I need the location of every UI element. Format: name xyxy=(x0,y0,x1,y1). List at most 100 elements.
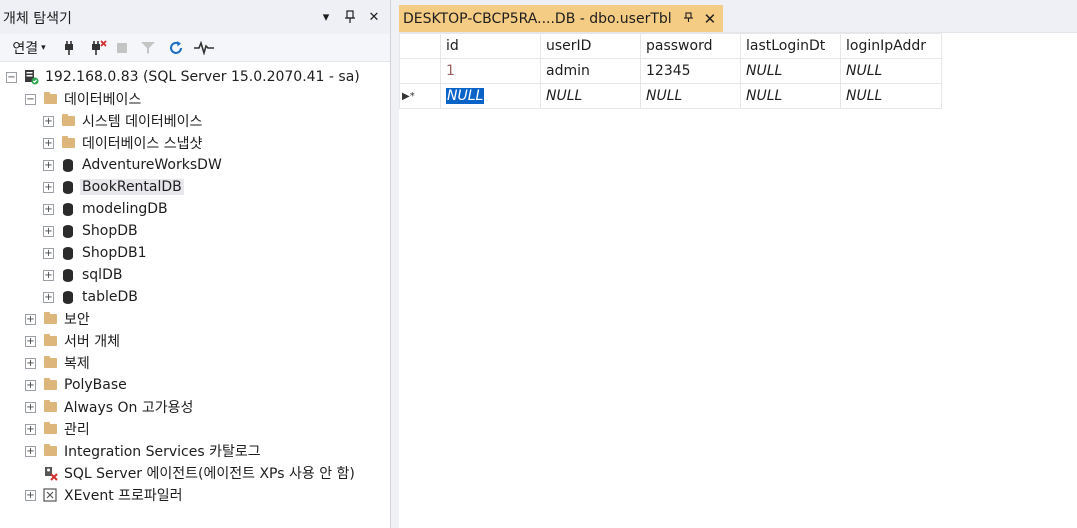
collapse-icon[interactable]: − xyxy=(6,71,17,83)
grid-cell[interactable]: 12345 xyxy=(640,58,741,84)
tree-node-modelingdb[interactable]: + modelingDB xyxy=(43,198,170,220)
new-row-indicator[interactable]: ▶* xyxy=(399,83,441,109)
grid-cell[interactable]: NULL xyxy=(840,83,942,109)
refresh-icon[interactable] xyxy=(166,37,186,59)
expand-icon[interactable]: + xyxy=(43,203,54,215)
tab-title: DESKTOP-CBCP5RA....DB - dbo.userTbl xyxy=(403,10,672,27)
grid-cell[interactable]: NULL xyxy=(840,58,942,84)
column-header-loginipaddr[interactable]: loginIpAddr xyxy=(840,33,942,59)
sql-agent-disabled-icon xyxy=(42,465,58,481)
close-icon[interactable]: ✕ xyxy=(364,7,384,27)
pin-icon[interactable] xyxy=(682,11,694,27)
expand-icon[interactable]: + xyxy=(25,423,36,435)
grid-cell[interactable]: NULL xyxy=(740,58,841,84)
close-tab-icon[interactable]: ✕ xyxy=(704,10,717,28)
expand-icon[interactable]: + xyxy=(43,247,54,259)
tree-node-bookrentaldb[interactable]: + BookRentalDB xyxy=(43,176,184,198)
expand-icon[interactable]: + xyxy=(25,489,36,501)
node-label: modelingDB xyxy=(82,201,168,217)
expand-icon[interactable]: + xyxy=(25,335,36,347)
grid-cell[interactable]: NULL xyxy=(640,83,741,109)
connect-button[interactable]: 연결 ▾ xyxy=(6,37,52,59)
panel-splitter[interactable] xyxy=(390,0,399,528)
expand-icon[interactable]: + xyxy=(43,115,54,127)
expand-icon[interactable]: + xyxy=(25,445,36,457)
object-explorer-panel: 개체 탐색기 ▾ ✕ 연결 ▾ − 192.168.0.83 (SQL Serv… xyxy=(0,0,390,528)
expand-icon[interactable]: + xyxy=(25,357,36,369)
grid-cell-selected[interactable]: NULL xyxy=(440,83,541,109)
object-explorer-title: 개체 탐색기 xyxy=(3,11,72,27)
tree-node-sql-agent[interactable]: SQL Server 에이전트(에이전트 XPs 사용 안 함) xyxy=(42,462,357,484)
object-explorer-tree: − 192.168.0.83 (SQL Server 15.0.2070.41 … xyxy=(0,66,390,528)
tree-node-security[interactable]: + 보안 xyxy=(25,308,92,330)
row-header[interactable] xyxy=(399,58,441,84)
connect-plug-icon[interactable] xyxy=(60,37,78,59)
tree-node-adventureworksdw[interactable]: + AdventureWorksDW xyxy=(43,154,224,176)
window-position-dropdown-icon[interactable]: ▾ xyxy=(316,7,336,27)
node-label: Integration Services 카탈로그 xyxy=(64,444,261,460)
table-row: 1 admin 12345 NULL NULL xyxy=(399,58,942,84)
editor-area: DESKTOP-CBCP5RA....DB - dbo.userTbl ✕ id… xyxy=(399,0,1077,528)
expand-icon[interactable]: + xyxy=(43,269,54,281)
tab-usertbl[interactable]: DESKTOP-CBCP5RA....DB - dbo.userTbl ✕ xyxy=(399,5,723,32)
folder-icon xyxy=(42,311,58,327)
node-label: 관리 xyxy=(64,422,90,438)
tree-node-management[interactable]: + 관리 xyxy=(25,418,92,440)
tree-node-integration-services[interactable]: + Integration Services 카탈로그 xyxy=(25,440,263,462)
node-label: 서버 개체 xyxy=(64,334,120,350)
database-icon xyxy=(60,245,76,261)
grid-cell[interactable]: NULL xyxy=(740,83,841,109)
expand-icon[interactable]: + xyxy=(25,379,36,391)
node-label: tableDB xyxy=(82,289,138,305)
node-label: ShopDB1 xyxy=(82,245,147,261)
table-data-grid: id userID password lastLoginDt loginIpAd… xyxy=(399,33,1077,109)
tree-node-tabledb[interactable]: + tableDB xyxy=(43,286,140,308)
tree-node-server-objects[interactable]: + 서버 개체 xyxy=(25,330,122,352)
grid-cell[interactable]: 1 xyxy=(440,58,541,84)
database-icon xyxy=(60,201,76,217)
filter-icon[interactable] xyxy=(139,37,157,59)
activity-monitor-icon[interactable] xyxy=(193,37,215,59)
folder-icon xyxy=(42,399,58,415)
tree-node-shopdb1[interactable]: + ShopDB1 xyxy=(43,242,149,264)
expand-icon[interactable]: + xyxy=(25,313,36,325)
expand-icon[interactable]: + xyxy=(43,225,54,237)
tree-node-sqldb[interactable]: + sqlDB xyxy=(43,264,124,286)
grid-cell[interactable]: NULL xyxy=(540,83,641,109)
tree-node-xevent-profiler[interactable]: + XEvent 프로파일러 xyxy=(25,484,185,506)
collapse-icon[interactable]: − xyxy=(25,93,36,105)
pin-icon[interactable] xyxy=(340,7,360,27)
databases-label: 데이터베이스 xyxy=(64,92,142,108)
tree-node-server[interactable]: − 192.168.0.83 (SQL Server 15.0.2070.41 … xyxy=(6,66,362,88)
column-header-userid[interactable]: userID xyxy=(540,33,641,59)
tree-node-always-on[interactable]: + Always On 고가용성 xyxy=(25,396,195,418)
column-header-lastlogindt[interactable]: lastLoginDt xyxy=(740,33,841,59)
tree-node-replication[interactable]: + 복제 xyxy=(25,352,92,374)
panel-controls: ▾ ✕ xyxy=(316,7,384,27)
node-label: 데이터베이스 스냅샷 xyxy=(82,136,203,152)
folder-icon xyxy=(42,91,58,107)
grid-cell[interactable]: admin xyxy=(540,58,641,84)
tree-node-polybase[interactable]: + PolyBase xyxy=(25,374,129,396)
expand-icon[interactable]: + xyxy=(25,401,36,413)
database-icon xyxy=(60,157,76,173)
stop-icon[interactable] xyxy=(114,37,130,59)
tree-node-system-databases[interactable]: + 시스템 데이터베이스 xyxy=(43,110,204,132)
column-header-id[interactable]: id xyxy=(440,33,541,59)
ssms-window: 개체 탐색기 ▾ ✕ 연결 ▾ − 192.168.0.83 (SQL Serv… xyxy=(0,0,1077,528)
folder-icon xyxy=(60,113,76,129)
expand-icon[interactable]: + xyxy=(43,137,54,149)
expand-icon[interactable]: + xyxy=(43,181,54,193)
connect-label: 연결 xyxy=(12,41,39,57)
node-label: PolyBase xyxy=(64,377,127,393)
tree-node-databases[interactable]: − 데이터베이스 xyxy=(25,88,143,110)
tree-node-shopdb[interactable]: + ShopDB xyxy=(43,220,140,242)
expand-icon[interactable]: + xyxy=(43,159,54,171)
new-row: ▶* NULL NULL NULL NULL NULL xyxy=(399,83,942,109)
object-explorer-titlebar: 개체 탐색기 ▾ ✕ xyxy=(0,0,390,34)
database-icon xyxy=(60,223,76,239)
tree-node-database-snapshots[interactable]: + 데이터베이스 스냅샷 xyxy=(43,132,204,154)
column-header-password[interactable]: password xyxy=(640,33,741,59)
expand-icon[interactable]: + xyxy=(43,291,54,303)
disconnect-icon[interactable] xyxy=(86,37,108,59)
